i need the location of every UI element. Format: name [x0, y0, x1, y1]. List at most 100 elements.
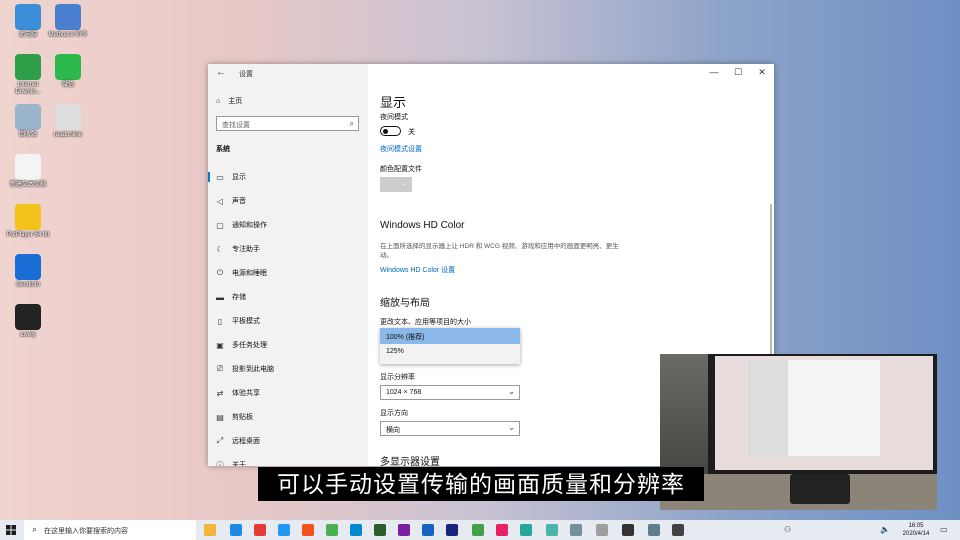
taskbar-app-icon[interactable]: [648, 524, 660, 536]
taskbar-app-icon[interactable]: [326, 524, 338, 536]
night-mode-settings-link[interactable]: 夜间模式设置: [380, 144, 422, 154]
taskbar-app-icon[interactable]: [398, 524, 410, 536]
clock-time: 16:05: [908, 523, 924, 529]
orientation-label: 显示方向: [380, 410, 408, 417]
resolution-dropdown[interactable]: 1024 × 768 ⌄: [380, 385, 520, 400]
desktop-icon-label: 回收站: [18, 132, 37, 138]
desktop-icon[interactable]: readonline: [46, 104, 90, 139]
app-icon: [15, 54, 41, 80]
scale-option-125[interactable]: 125%: [380, 344, 520, 360]
taskbar-app-icon[interactable]: [374, 524, 386, 536]
desktop-icon[interactable]: Internet Downlo...: [6, 54, 50, 96]
sidebar-item[interactable]: ▭ 显示: [208, 170, 366, 184]
sidebar-item[interactable]: ⇄ 体验共享: [216, 386, 366, 400]
sidebar-item[interactable]: ▣ 多任务处理: [216, 338, 366, 352]
sidebar-item[interactable]: ▤ 剪贴板: [216, 410, 366, 424]
taskbar-app-icon[interactable]: [302, 524, 314, 536]
taskbar-app-icon[interactable]: [254, 524, 266, 536]
minimize-button[interactable]: —: [706, 67, 722, 77]
scrollbar[interactable]: [770, 204, 772, 354]
search-placeholder: 查找设置: [222, 122, 250, 129]
sidebar-item-label: 关于: [232, 462, 246, 466]
sidebar-item[interactable]: ▬ 存储: [216, 290, 366, 304]
color-profile-dropdown[interactable]: ⌄: [380, 177, 412, 192]
close-button[interactable]: ✕: [754, 67, 770, 78]
desktop-icon[interactable]: 新建文本文档: [6, 154, 50, 189]
taskbar-app-icon[interactable]: [672, 524, 684, 536]
sidebar-item-label: 平板模式: [232, 318, 260, 325]
desktop-icon[interactable]: 微信: [46, 54, 90, 89]
taskbar-app-icon[interactable]: [204, 524, 216, 536]
volume-icon[interactable]: 🔈: [880, 525, 890, 534]
taskbar-app-icon[interactable]: [422, 524, 434, 536]
sidebar-item[interactable]: ▢ 通知和操作: [216, 218, 366, 232]
monitor-icon: ▭: [216, 172, 224, 182]
search-icon[interactable]: ⌕: [350, 119, 354, 129]
sidebar-category: 系统: [216, 146, 230, 153]
back-arrow-icon[interactable]: ←: [216, 67, 226, 78]
sidebar-item[interactable]: ⓘ 关于: [216, 458, 366, 467]
project-icon: ⎚: [216, 364, 224, 373]
chevron-down-icon: ⌄: [508, 423, 515, 432]
people-icon[interactable]: ⚇: [784, 525, 791, 534]
taskbar-app-icon[interactable]: [520, 524, 532, 536]
taskbar-app-icon[interactable]: [350, 524, 362, 536]
taskbar-clock[interactable]: 16:05 2020/4/14: [896, 522, 936, 538]
scale-layout-heading: 缩放与布局: [380, 298, 430, 309]
toggle-knob: [383, 128, 388, 134]
sidebar-item-label: 剪贴板: [232, 414, 253, 421]
multi-display-heading: 多显示器设置: [380, 457, 440, 466]
night-mode-toggle[interactable]: [380, 126, 401, 136]
orientation-dropdown[interactable]: 横向 ⌄: [380, 421, 520, 436]
desktop-icon-label: Method 8 命令: [48, 32, 88, 38]
sidebar-item[interactable]: ⏻ 电源和睡眠: [216, 266, 366, 280]
app-icon: [15, 204, 41, 230]
desktop-icon[interactable]: 此电脑: [6, 4, 50, 39]
scale-dropdown-list[interactable]: 100% (推荐) 125%: [380, 328, 520, 364]
desktop-icon-label: 微信: [61, 82, 74, 88]
taskbar-search-input[interactable]: ⌕ 在这里输入你要搜索的内容: [24, 520, 196, 540]
video-subtitle: 可以手动设置传输的画面质量和分辨率: [258, 467, 704, 501]
taskbar-app-icon[interactable]: [546, 524, 558, 536]
desktop-icon-label: PotPlayer 64 bit: [6, 232, 50, 238]
taskbar-app-icon[interactable]: [230, 524, 242, 536]
desktop-icon-label: Sendinfo: [16, 282, 40, 288]
sidebar-item[interactable]: ⤢ 远程桌面: [216, 434, 366, 448]
settings-search-input[interactable]: 查找设置 ⌕: [216, 116, 359, 131]
sidebar-item[interactable]: ◁ 声音: [216, 194, 366, 208]
hd-color-heading: Windows HD Color: [380, 220, 465, 231]
sidebar-item[interactable]: ⎚ 投影到此电脑: [216, 362, 366, 376]
sidebar-item[interactable]: ▯ 平板模式: [216, 314, 366, 328]
desktop-icon[interactable]: 回收站: [6, 104, 50, 139]
taskbar-app-icon[interactable]: [278, 524, 290, 536]
sidebar-item[interactable]: ☾ 专注助手: [216, 242, 366, 256]
scale-option-100[interactable]: 100% (推荐): [380, 328, 520, 344]
taskbar: ⌕ 在这里输入你要搜索的内容 ⚇ 🔈 16:05 2020/4/14 ▭: [0, 520, 960, 540]
home-icon: ⌂: [216, 97, 221, 105]
taskbar-app-icon[interactable]: [472, 524, 484, 536]
taskbar-app-icon[interactable]: [596, 524, 608, 536]
taskbar-app-icon[interactable]: [446, 524, 458, 536]
share-icon: ⇄: [216, 388, 224, 398]
action-center-icon[interactable]: ▭: [940, 525, 948, 534]
sidebar-item-label: 专注助手: [232, 246, 260, 253]
taskbar-app-icon[interactable]: [622, 524, 634, 536]
sidebar-home[interactable]: ⌂ 主页: [216, 96, 242, 106]
desktop-icon-label: Internet Downlo...: [15, 82, 41, 95]
windows-start-icon[interactable]: [6, 525, 16, 535]
desktop-icon[interactable]: Sendinfo: [6, 254, 50, 289]
desktop-icon[interactable]: Lively: [6, 304, 50, 339]
desktop-icon[interactable]: PotPlayer 64 bit: [6, 204, 50, 239]
remote-icon: ⤢: [216, 436, 224, 445]
night-mode-label: 夜间模式: [380, 114, 408, 121]
maximize-button[interactable]: ☐: [730, 67, 746, 78]
app-icon: [55, 104, 81, 130]
desktop-icon[interactable]: Method 8 命令: [46, 4, 90, 39]
page-title: 显示: [380, 95, 407, 110]
scale-label: 更改文本、应用等项目的大小: [380, 319, 471, 326]
taskbar-app-icon[interactable]: [570, 524, 582, 536]
night-mode-state: 关: [408, 129, 415, 136]
hd-color-settings-link[interactable]: Windows HD Color 设置: [380, 265, 455, 275]
taskbar-app-icon[interactable]: [496, 524, 508, 536]
speaker-icon: ◁: [216, 196, 224, 206]
